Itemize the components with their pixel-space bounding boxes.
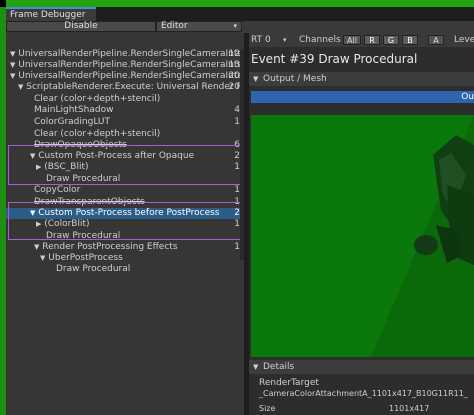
tree-row[interactable]: ▼ Render PostProcessing Effects 1 [6, 242, 244, 253]
expand-arrow-icon[interactable]: ▼ [40, 254, 45, 262]
chevron-down-icon: ▼ [253, 75, 259, 83]
tree-row-label: MainLightShadow [34, 105, 114, 115]
expand-arrow-icon[interactable]: ▼ [10, 61, 15, 69]
tree-row-label: ScriptableRenderer.Execute: Universal Re… [26, 82, 244, 92]
channels-label: Channels [299, 35, 341, 45]
preview-image [251, 115, 474, 357]
render-target-value: _CameraColorAttachmentA_1101x417_B10G11R… [259, 389, 468, 398]
details-label: Details [263, 362, 295, 372]
tree-row-count: 13 [228, 60, 240, 70]
render-preview [251, 115, 474, 357]
tree-row-label: ColorGradingLUT [34, 117, 110, 127]
chevron-down-icon: ▼ [253, 363, 259, 371]
size-label: Size [259, 404, 276, 413]
output-mesh-label: Output / Mesh [263, 74, 327, 84]
tree-row[interactable]: ▼ UniversalRenderPipeline.RenderSingleCa… [6, 49, 244, 60]
tree-row-label: CopyColor [34, 185, 81, 195]
tree-row[interactable]: Draw Procedural [6, 264, 244, 275]
render-target-size: Size 1101x417 [259, 404, 429, 413]
background-strip [0, 0, 474, 7]
highlight-box [8, 202, 244, 240]
channel-r-button[interactable]: R [364, 35, 380, 45]
tree-row[interactable]: ▼ UniversalRenderPipeline.RenderSingleCa… [6, 60, 244, 71]
event-title: Event #39 Draw Procedural [251, 52, 418, 66]
tree-row[interactable]: ▼ ScriptableRenderer.Execute: Universal … [6, 82, 244, 93]
tree-row[interactable]: ColorGradingLUT 1 [6, 117, 244, 128]
channel-a-button[interactable]: A [428, 35, 444, 45]
event-hierarchy: ▼ UniversalRenderPipeline.RenderSingleCa… [6, 33, 244, 415]
tree-row-count: 12 [228, 49, 240, 59]
tree-row[interactable]: ▼ UberPostProcess [6, 253, 244, 264]
tree-row-label: UniversalRenderPipeline.RenderSingleCame… [18, 49, 244, 59]
tree-row-label: Clear (color+depth+stencil) [34, 94, 161, 104]
levels-label: Leve [454, 35, 474, 45]
tree-row-count: 20 [228, 82, 240, 92]
disable-button[interactable]: Disable [6, 21, 156, 32]
editor-label: Editor [161, 21, 188, 31]
output-mesh-header[interactable]: ▼ Output / Mesh [249, 72, 474, 86]
render-target-label: RenderTarget [259, 378, 319, 388]
tree-row[interactable]: Clear (color+depth+stencil) [6, 94, 244, 105]
details-header[interactable]: ▼ Details [249, 360, 474, 374]
tree-row-count: 20 [228, 71, 240, 81]
tab-frame-debugger[interactable]: Frame Debugger [6, 7, 96, 21]
tree-row-label: Clear (color+depth+stencil) [34, 129, 161, 139]
channel-g-button[interactable]: G [383, 35, 399, 45]
tree-row-label: Render PostProcessing Effects [42, 242, 178, 252]
expand-arrow-icon[interactable]: ▼ [18, 83, 23, 91]
output-tab-bar[interactable]: Ou [251, 91, 474, 103]
tree-row-label: UniversalRenderPipeline.RenderSingleCame… [18, 71, 244, 81]
tree-row-label: UberPostProcess [48, 253, 123, 263]
chevron-down-icon: ▾ [283, 36, 287, 44]
tree-row[interactable]: ▼ UniversalRenderPipeline.RenderSingleCa… [6, 71, 244, 82]
chevron-down-icon: ▾ [233, 22, 237, 30]
channel-all-button[interactable]: All [343, 35, 361, 45]
tree-row-label: UniversalRenderPipeline.RenderSingleCame… [18, 60, 244, 70]
output-tab-label: Ou [461, 92, 474, 102]
channel-b-button[interactable]: B [402, 35, 418, 45]
size-value: 1101x417 [389, 404, 430, 413]
tree-row[interactable]: MainLightShadow 4 [6, 105, 244, 116]
rt-select[interactable]: RT 0 [251, 33, 271, 47]
tree-row[interactable]: Clear (color+depth+stencil) [6, 129, 244, 140]
tree-row-label: Draw Procedural [56, 264, 131, 274]
editor-dropdown[interactable]: Editor ▾ [156, 21, 242, 32]
highlight-box [8, 145, 244, 185]
expand-arrow-icon[interactable]: ▼ [10, 50, 15, 58]
tree-row[interactable]: CopyColor 1 [6, 185, 244, 196]
expand-arrow-icon[interactable]: ▼ [10, 72, 15, 80]
expand-arrow-icon[interactable]: ▼ [34, 243, 39, 251]
